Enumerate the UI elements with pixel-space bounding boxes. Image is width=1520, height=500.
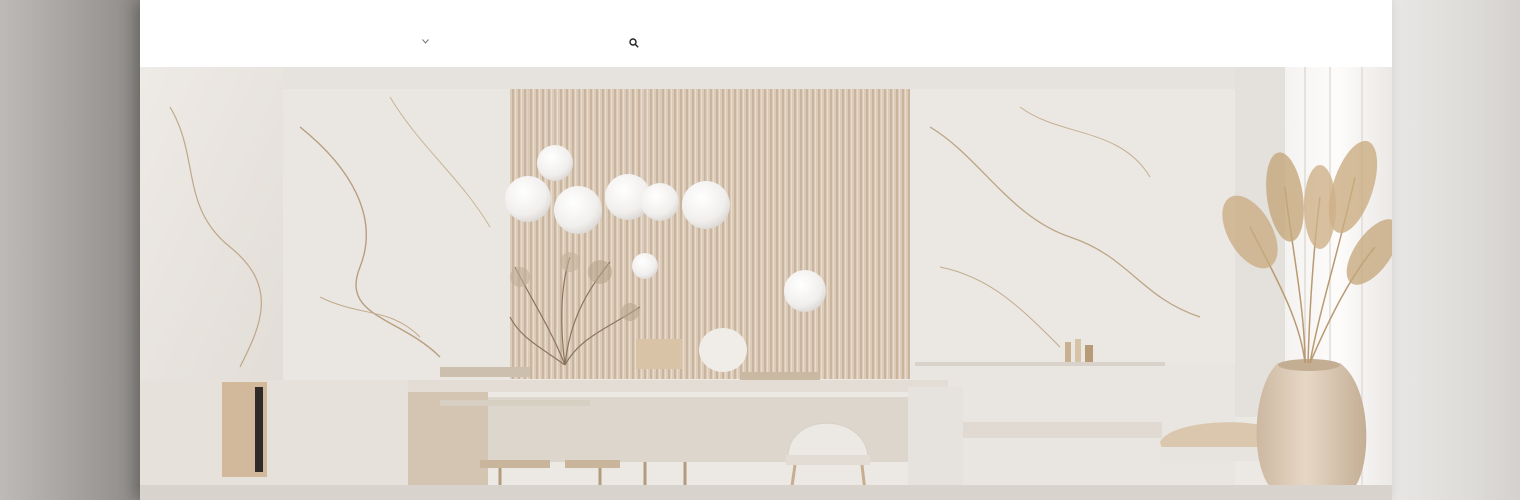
chevron-down-icon[interactable] (422, 39, 429, 46)
website-page (140, 0, 1392, 500)
backdrop-left (0, 0, 140, 500)
left-cabinet (140, 380, 410, 485)
hero-image (140, 67, 1392, 500)
floor (140, 485, 1392, 500)
marble-wall-left (140, 67, 510, 380)
site-header (140, 0, 1392, 67)
floor-vase (1256, 359, 1367, 487)
search-icon[interactable] (629, 38, 639, 48)
main-navigation (388, 38, 664, 48)
backdrop-right (1392, 0, 1520, 500)
